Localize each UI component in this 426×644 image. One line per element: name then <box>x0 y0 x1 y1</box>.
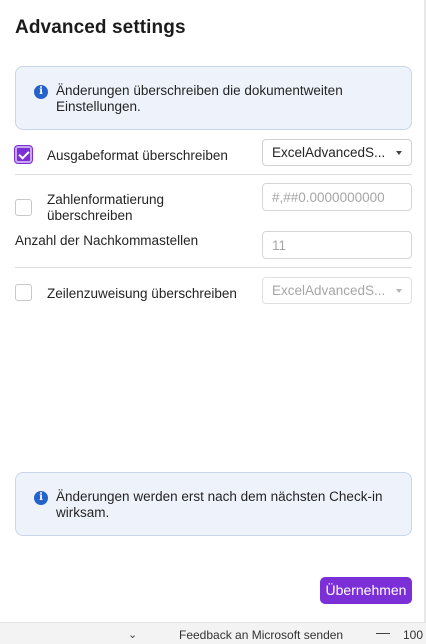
chevron-down-icon <box>396 151 402 155</box>
decimals-row: Anzahl der Nachkommastellen 11 <box>15 231 412 259</box>
row-assignment-select[interactable]: ExcelAdvancedS... <box>262 277 412 304</box>
output-format-label: Ausgabeformat überschreiben <box>47 148 228 163</box>
chevron-down-icon <box>396 289 402 293</box>
decimals-label: Anzahl der Nachkommastellen <box>15 233 199 248</box>
number-format-label: Zahlenformatierung überschreiben <box>47 192 165 223</box>
number-format-checkbox[interactable] <box>15 199 32 216</box>
number-format-placeholder: #,##0.0000000000 <box>272 190 385 205</box>
feedback-link[interactable]: Feedback an Microsoft senden <box>179 628 343 642</box>
chevron-down-icon[interactable]: ⌄ <box>128 628 137 641</box>
panel-title: Advanced settings <box>15 17 186 38</box>
output-format-select[interactable]: ExcelAdvancedS... <box>262 139 412 166</box>
decimals-placeholder: 11 <box>272 238 287 253</box>
output-format-select-value: ExcelAdvancedS... <box>272 145 386 160</box>
divider <box>15 267 412 268</box>
row-assignment-row: Zeilenzuweisung überschreiben ExcelAdvan… <box>15 277 412 306</box>
number-format-input[interactable]: #,##0.0000000000 <box>262 183 412 211</box>
divider <box>15 174 412 175</box>
zoom-out-button[interactable]: — <box>376 624 390 640</box>
info-banner-checkin: i Änderungen werden erst nach dem nächst… <box>15 472 412 536</box>
info-icon: i <box>34 85 48 99</box>
row-assignment-label: Zeilenzuweisung überschreiben <box>47 286 237 301</box>
zoom-level: 100 <box>403 628 424 642</box>
output-format-row: Ausgabeformat überschreiben ExcelAdvance… <box>15 139 412 169</box>
row-assignment-checkbox[interactable] <box>15 284 32 301</box>
info-icon: i <box>34 491 48 505</box>
advanced-settings-panel: Advanced settings i Änderungen überschre… <box>0 0 426 620</box>
decimals-input[interactable]: 11 <box>262 231 412 259</box>
info-banner-text: Änderungen überschreiben die dokumentwei… <box>56 83 343 114</box>
row-assignment-select-value: ExcelAdvancedS... <box>272 283 386 298</box>
apply-button[interactable]: Übernehmen <box>320 577 412 604</box>
info-banner-overrides: i Änderungen überschreiben die dokumentw… <box>15 66 412 130</box>
status-bar: ⌄ Feedback an Microsoft senden — 100 <box>0 622 426 644</box>
output-format-checkbox[interactable] <box>15 146 32 163</box>
number-format-row: Zahlenformatierung überschreiben #,##0.0… <box>15 183 412 223</box>
info-banner-text: Änderungen werden erst nach dem nächsten… <box>56 489 383 520</box>
